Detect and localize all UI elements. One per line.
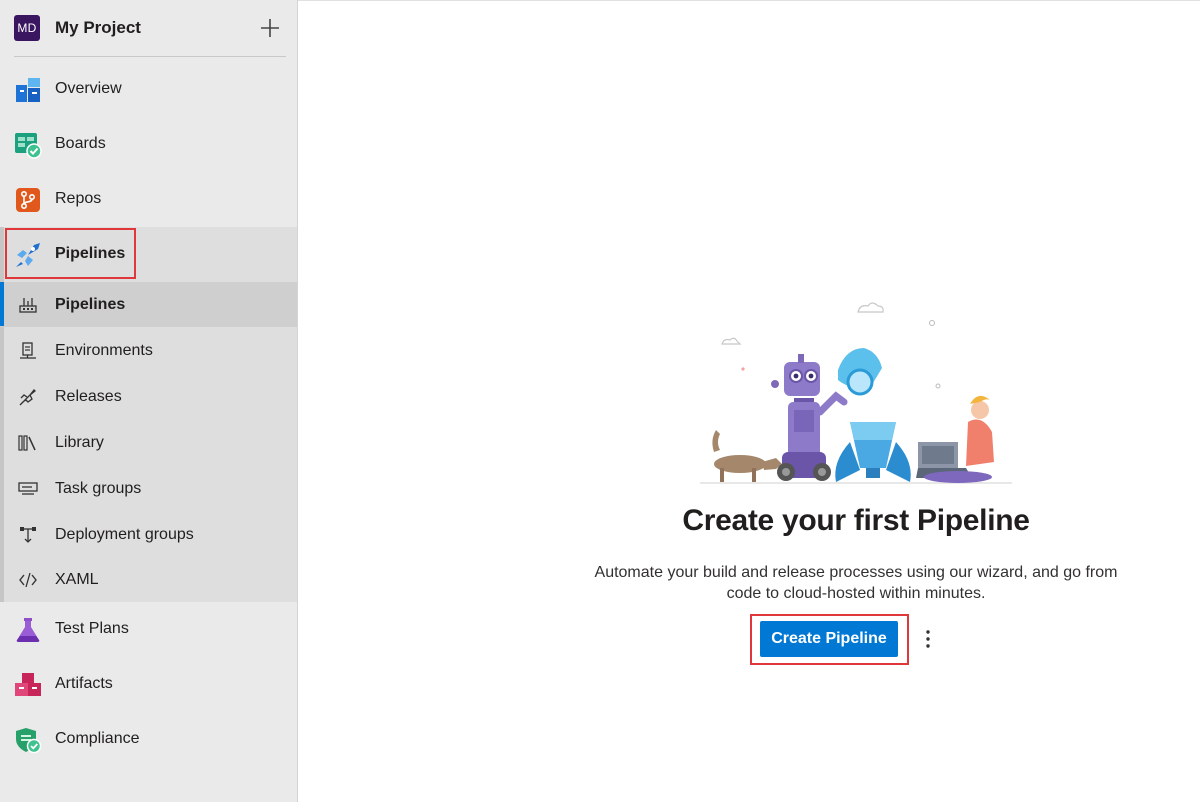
- project-name[interactable]: My Project: [55, 18, 141, 38]
- repos-icon: [16, 188, 40, 212]
- subnav-item-library[interactable]: Library: [0, 420, 297, 465]
- releases-icon: [19, 389, 36, 406]
- empty-state-headline: Create your first Pipeline: [682, 504, 1030, 537]
- nav-item-compliance[interactable]: Compliance: [0, 712, 297, 767]
- nav-label-pipelines: Pipelines: [55, 245, 126, 262]
- more-options-button[interactable]: [917, 624, 939, 654]
- subnav-item-task-groups[interactable]: Task groups: [0, 466, 297, 511]
- subnav-item-deployment-groups[interactable]: Deployment groups: [0, 512, 297, 557]
- xaml-icon: [19, 572, 37, 588]
- pipeline-illustration: [700, 302, 1012, 484]
- test-plans-icon: [16, 618, 40, 642]
- task-groups-icon: [18, 482, 38, 495]
- subnav-label-xaml: XAML: [55, 571, 99, 588]
- pipelines-icon: [16, 243, 40, 267]
- subnav-label-releases: Releases: [55, 388, 122, 405]
- sidebar: MD My Project Overview Boards Repos Pipe…: [0, 0, 298, 802]
- subnav-label-library: Library: [55, 434, 104, 451]
- subnav-item-releases[interactable]: Releases: [0, 374, 297, 419]
- pipeline-sub-icon: [19, 298, 37, 313]
- empty-state-description: Automate your build and release processe…: [594, 564, 1118, 602]
- nav-item-boards[interactable]: Boards: [0, 117, 297, 172]
- project-avatar[interactable]: MD: [14, 15, 40, 41]
- deployment-groups-icon: [20, 527, 36, 543]
- subnav-label-environments: Environments: [55, 342, 153, 359]
- nav-label-compliance: Compliance: [55, 730, 140, 747]
- selection-indicator: [0, 282, 4, 326]
- more-options-icon: [926, 630, 930, 648]
- header-divider: [14, 56, 286, 57]
- create-pipeline-button[interactable]: Create Pipeline: [760, 621, 898, 657]
- compliance-icon: [16, 728, 42, 754]
- subnav-item-environments[interactable]: Environments: [0, 328, 297, 373]
- overview-icon: [16, 78, 40, 102]
- nav-label-artifacts: Artifacts: [55, 675, 113, 692]
- subnav-label-deployment-groups: Deployment groups: [55, 526, 194, 543]
- subnav-item-pipelines[interactable]: Pipelines: [0, 282, 297, 327]
- nav-item-overview[interactable]: Overview: [0, 62, 297, 117]
- subnav-item-xaml[interactable]: XAML: [0, 557, 297, 602]
- artifacts-icon: [15, 673, 41, 696]
- library-icon: [18, 435, 36, 451]
- nav-label-overview: Overview: [55, 80, 122, 97]
- nav-item-artifacts[interactable]: Artifacts: [0, 657, 297, 712]
- subnav-label-task-groups: Task groups: [55, 480, 142, 497]
- subnav-label-pipelines: Pipelines: [55, 296, 126, 313]
- nav-label-test-plans: Test Plans: [55, 620, 129, 637]
- nav-label-boards: Boards: [55, 135, 106, 152]
- nav-label-repos: Repos: [55, 190, 102, 207]
- nav-item-test-plans[interactable]: Test Plans: [0, 602, 297, 657]
- boards-icon: [15, 133, 42, 159]
- nav-item-pipelines[interactable]: Pipelines: [0, 227, 297, 282]
- add-icon[interactable]: [258, 16, 282, 40]
- nav-item-repos[interactable]: Repos: [0, 172, 297, 227]
- environments-icon: [20, 342, 36, 359]
- project-header: MD My Project: [0, 0, 297, 57]
